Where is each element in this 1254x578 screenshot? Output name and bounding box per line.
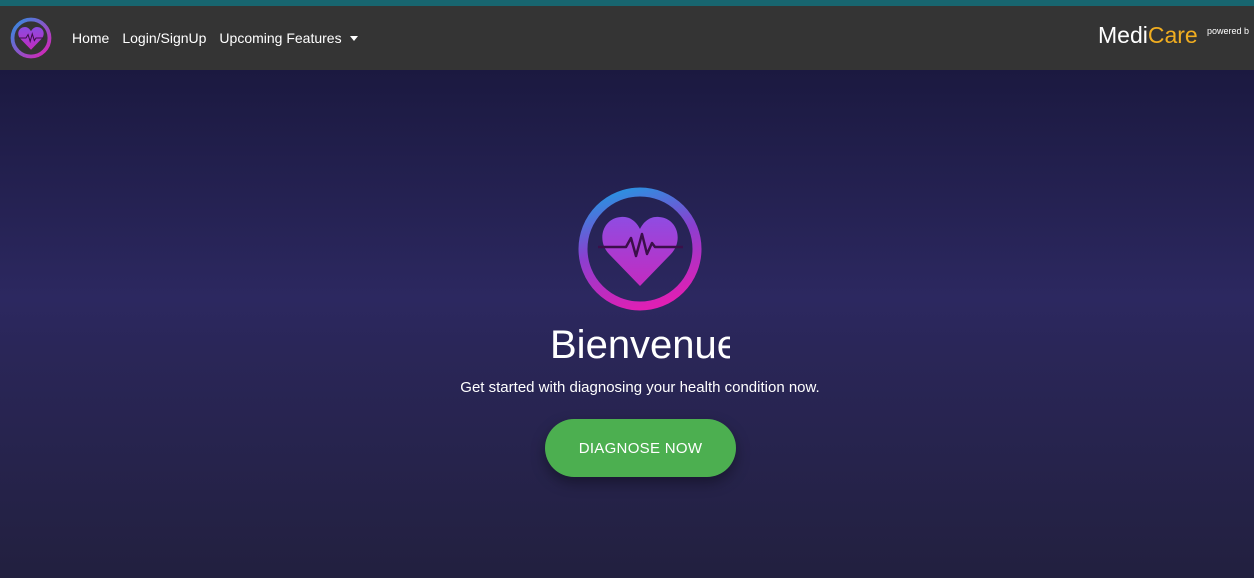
nav-link-login-signup[interactable]: Login/SignUp — [122, 30, 206, 46]
nav-links: Home Login/SignUp Upcoming Features — [72, 6, 371, 70]
navbar: Home Login/SignUp Upcoming Features Medi… — [0, 6, 1254, 70]
hero-subtitle: Get started with diagnosing your health … — [460, 379, 820, 396]
brand-name-part1: Medi — [1098, 22, 1148, 48]
nav-link-label: Login/SignUp — [122, 30, 207, 46]
brand-name-part2: Care — [1147, 22, 1198, 48]
nav-link-label: Home — [72, 30, 110, 46]
nav-link-home[interactable]: Home — [72, 30, 109, 46]
nav-link-label: Upcoming Features — [219, 30, 342, 46]
hero-title: Bienvenue — [550, 323, 730, 367]
brand-name[interactable]: MediCare — [1098, 21, 1198, 49]
caret-down-icon — [349, 35, 358, 41]
nav-dropdown-upcoming-features[interactable]: Upcoming Features — [219, 30, 358, 46]
heartbeat-logo-icon — [578, 187, 702, 311]
heartbeat-logo-icon[interactable] — [10, 17, 52, 59]
diagnose-now-button[interactable]: DIAGNOSE NOW — [545, 419, 736, 477]
powered-by-text: powered b — [1207, 26, 1250, 36]
